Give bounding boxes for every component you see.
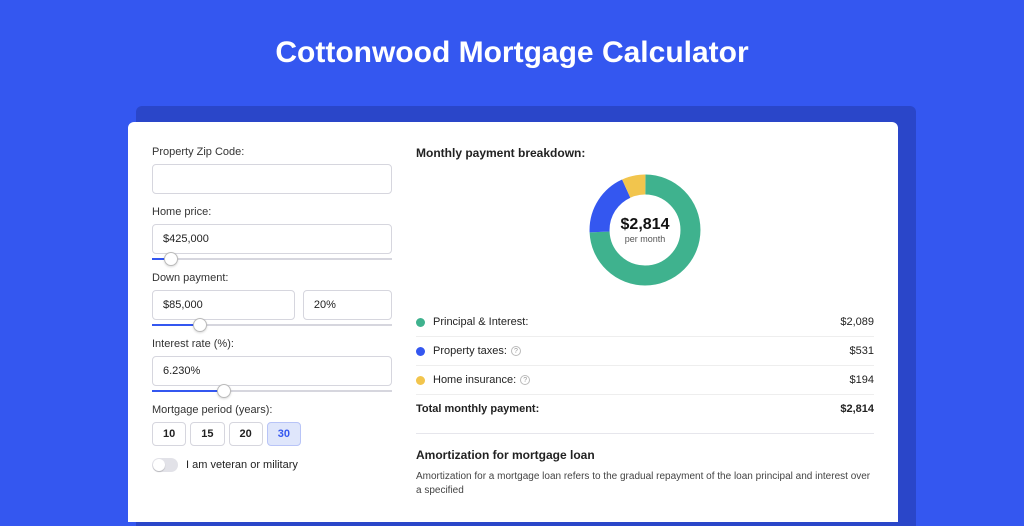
calculator-card: Property Zip Code: Home price: Down paym… bbox=[128, 122, 898, 522]
veteran-toggle[interactable] bbox=[152, 458, 178, 472]
price-label: Home price: bbox=[152, 206, 392, 218]
donut-sublabel: per month bbox=[621, 234, 670, 244]
field-period: Mortgage period (years): 10152030 bbox=[152, 404, 392, 446]
info-icon[interactable]: ? bbox=[511, 346, 521, 356]
legend-row: Home insurance:?$194 bbox=[416, 366, 874, 395]
field-down: Down payment: bbox=[152, 272, 392, 326]
donut-center: $2,814 per month bbox=[621, 216, 670, 244]
period-button-20[interactable]: 20 bbox=[229, 422, 263, 446]
legend-dot bbox=[416, 376, 425, 385]
legend-dot bbox=[416, 318, 425, 327]
period-label: Mortgage period (years): bbox=[152, 404, 392, 416]
legend-row: Principal & Interest:$2,089 bbox=[416, 308, 874, 337]
zip-input[interactable] bbox=[152, 164, 392, 194]
field-zip: Property Zip Code: bbox=[152, 146, 392, 194]
down-pct-input[interactable] bbox=[303, 290, 392, 320]
down-amount-input[interactable] bbox=[152, 290, 295, 320]
period-button-10[interactable]: 10 bbox=[152, 422, 186, 446]
amortization-title: Amortization for mortgage loan bbox=[416, 448, 874, 462]
veteran-row: I am veteran or military bbox=[152, 458, 392, 472]
form-column: Property Zip Code: Home price: Down paym… bbox=[152, 146, 392, 522]
field-rate: Interest rate (%): bbox=[152, 338, 392, 392]
veteran-label: I am veteran or military bbox=[186, 459, 298, 471]
breakdown-legend: Principal & Interest:$2,089Property taxe… bbox=[416, 308, 874, 423]
legend-total-value: $2,814 bbox=[840, 403, 874, 415]
legend-value: $2,089 bbox=[840, 316, 874, 328]
section-divider bbox=[416, 433, 874, 434]
rate-input[interactable] bbox=[152, 356, 392, 386]
legend-label: Property taxes:? bbox=[433, 345, 850, 357]
veteran-toggle-knob bbox=[153, 459, 165, 471]
legend-label: Principal & Interest: bbox=[433, 316, 840, 328]
zip-label: Property Zip Code: bbox=[152, 146, 392, 158]
legend-total-label: Total monthly payment: bbox=[416, 403, 840, 415]
results-column: Monthly payment breakdown: $2,814 per mo… bbox=[416, 146, 874, 522]
donut-chart: $2,814 per month bbox=[585, 170, 705, 290]
legend-value: $531 bbox=[850, 345, 874, 357]
down-slider-handle[interactable] bbox=[193, 318, 207, 332]
price-input[interactable] bbox=[152, 224, 392, 254]
page-title: Cottonwood Mortgage Calculator bbox=[0, 0, 1024, 94]
legend-label: Home insurance:? bbox=[433, 374, 850, 386]
period-button-15[interactable]: 15 bbox=[190, 422, 224, 446]
rate-slider[interactable] bbox=[152, 390, 392, 392]
legend-total-row: Total monthly payment:$2,814 bbox=[416, 395, 874, 423]
down-label: Down payment: bbox=[152, 272, 392, 284]
legend-dot bbox=[416, 347, 425, 356]
amortization-text: Amortization for a mortgage loan refers … bbox=[416, 470, 874, 498]
legend-row: Property taxes:?$531 bbox=[416, 337, 874, 366]
down-slider[interactable] bbox=[152, 324, 392, 326]
field-price: Home price: bbox=[152, 206, 392, 260]
price-slider[interactable] bbox=[152, 258, 392, 260]
legend-value: $194 bbox=[850, 374, 874, 386]
breakdown-header: Monthly payment breakdown: bbox=[416, 146, 874, 160]
rate-slider-handle[interactable] bbox=[217, 384, 231, 398]
period-button-30[interactable]: 30 bbox=[267, 422, 301, 446]
info-icon[interactable]: ? bbox=[520, 375, 530, 385]
donut-chart-container: $2,814 per month bbox=[416, 170, 874, 290]
price-slider-handle[interactable] bbox=[164, 252, 178, 266]
donut-amount: $2,814 bbox=[621, 216, 670, 234]
rate-label: Interest rate (%): bbox=[152, 338, 392, 350]
